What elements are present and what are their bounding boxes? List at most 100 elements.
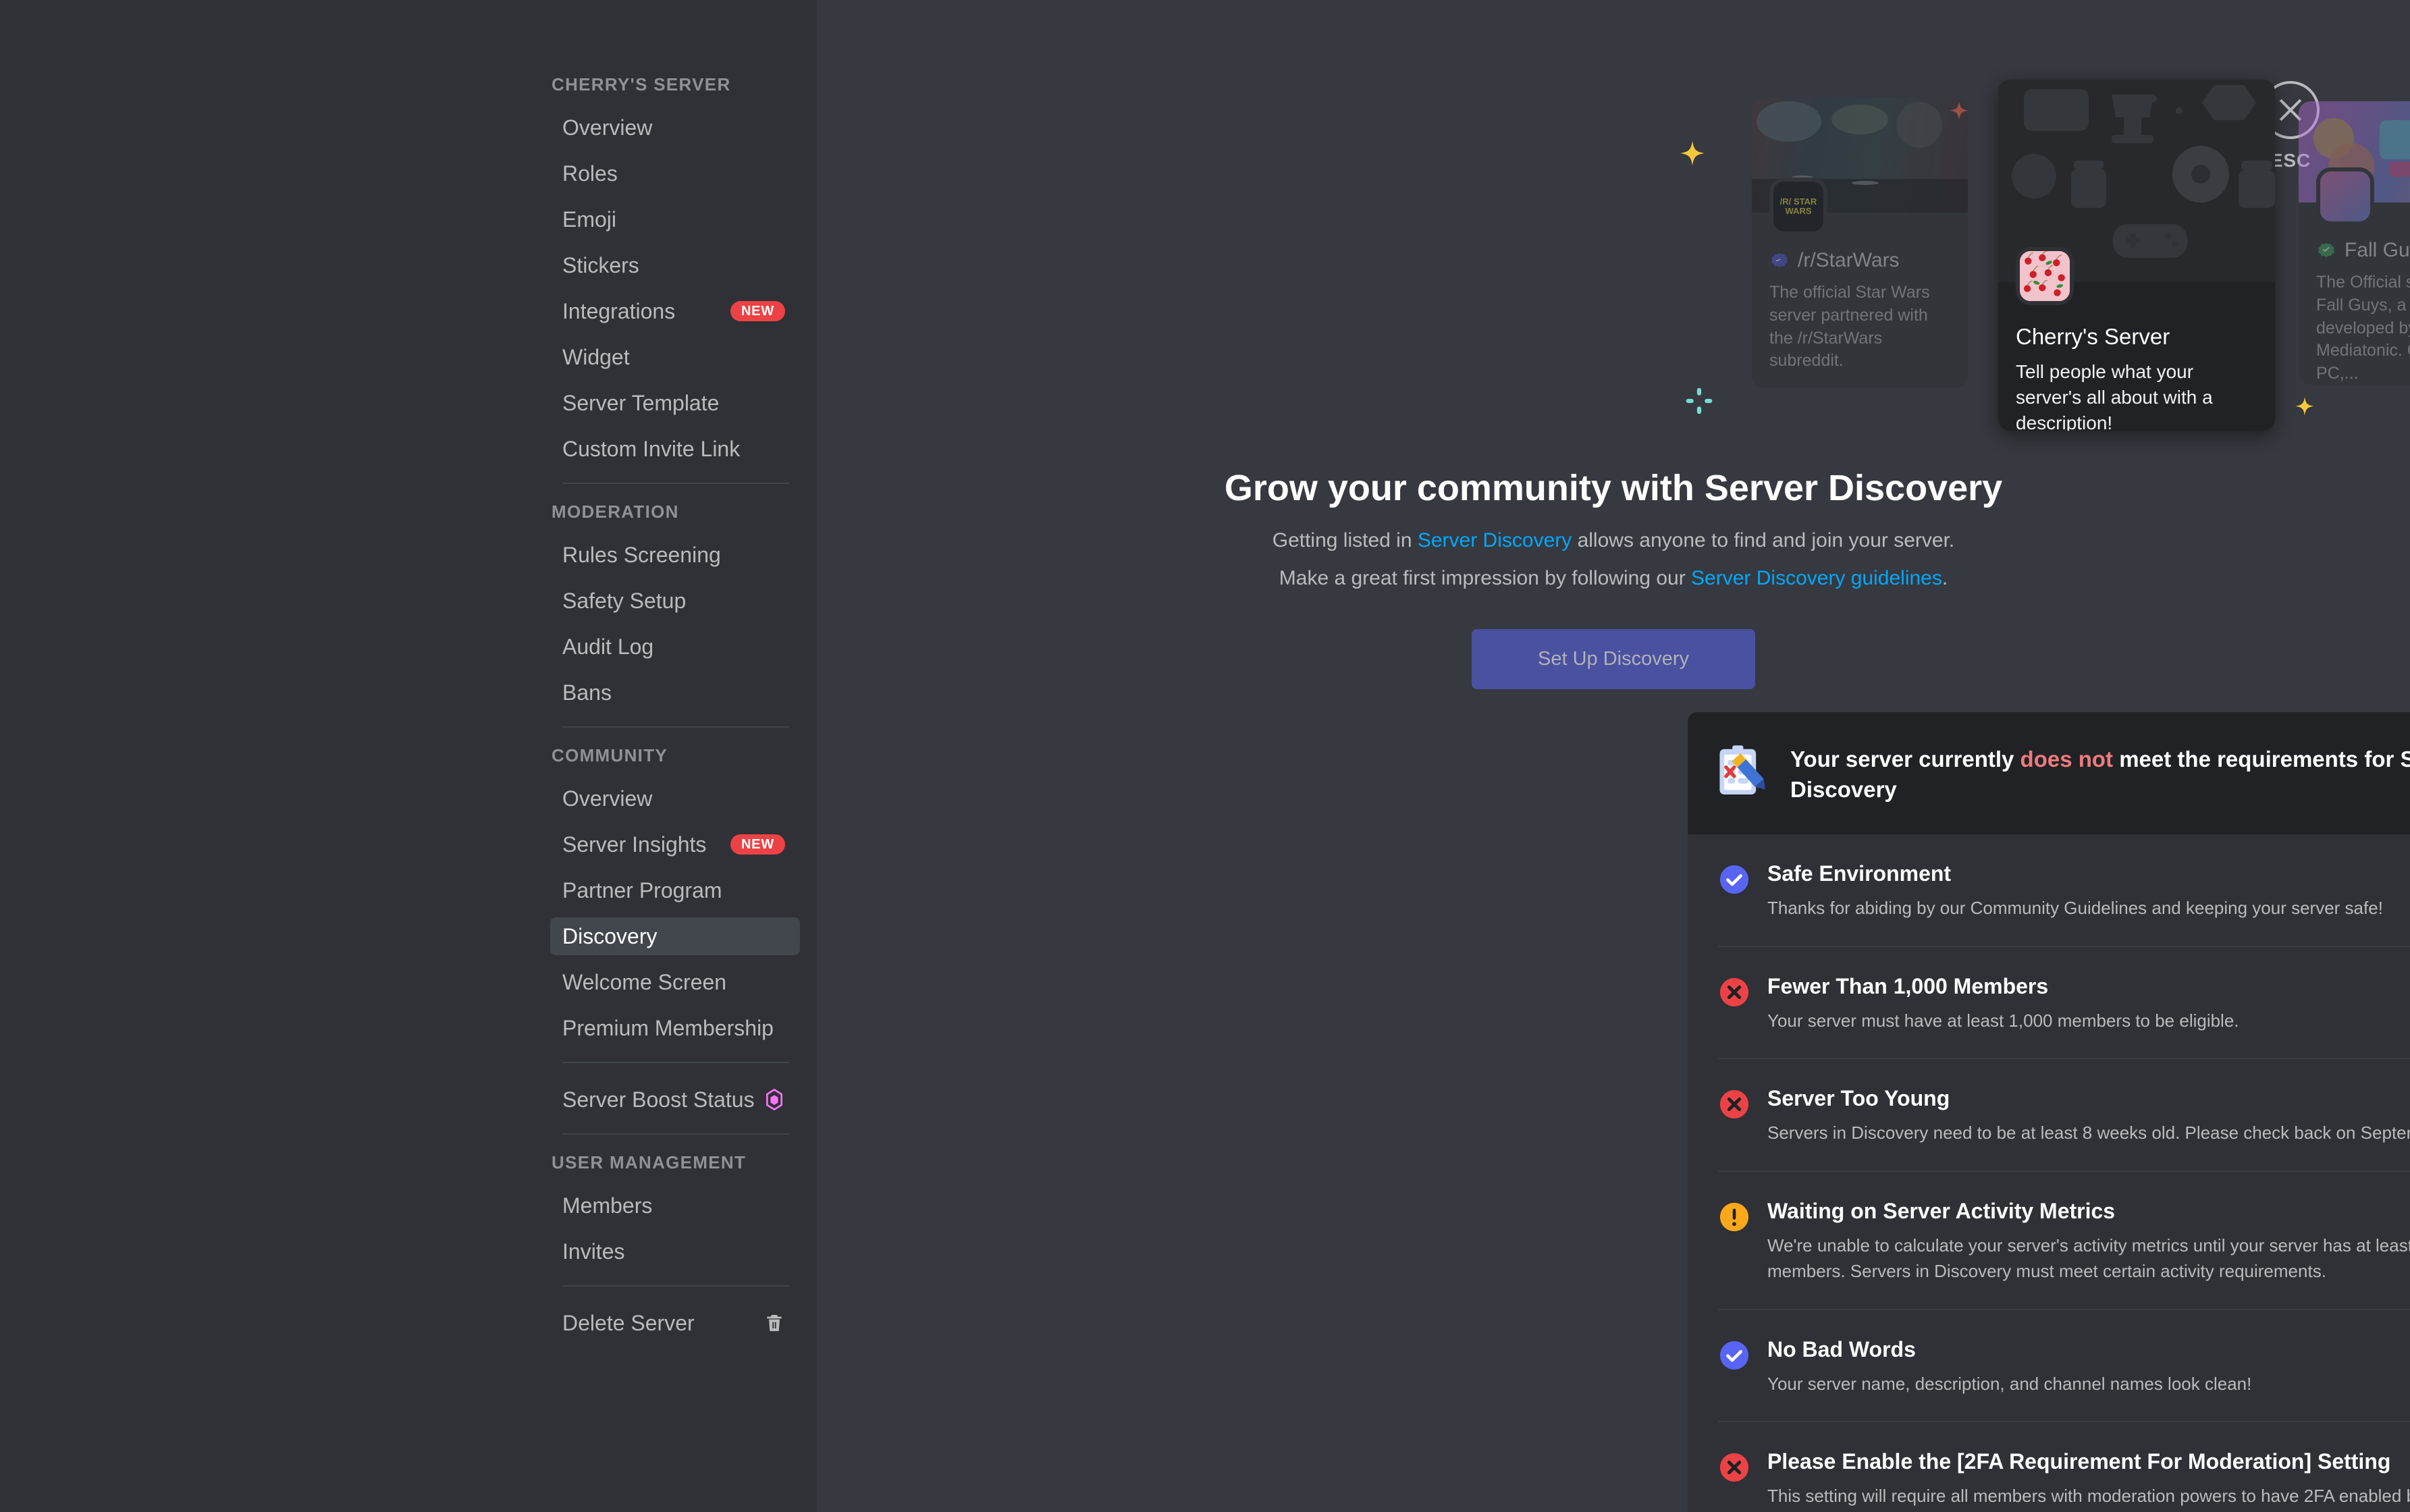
discovery-guidelines-link[interactable]: Server Discovery guidelines (1691, 567, 1942, 589)
card-server-name: Cherry's Server (2016, 324, 2170, 349)
requirement-body: Waiting on Server Activity Metrics We're … (1767, 1199, 2410, 1284)
sidebar-item-label: Roles (562, 161, 618, 186)
preview-card-cherrys-server[interactable]: Cherry's Server Tell people what your se… (1998, 80, 2275, 431)
server-avatar (2016, 247, 2074, 305)
sidebar-item-label: Invites (562, 1239, 625, 1264)
sidebar-item-integrations[interactable]: Integrations NEW (550, 292, 800, 330)
sidebar-item-label: Overview (562, 115, 653, 140)
sidebar-item-server-template[interactable]: Server Template (550, 384, 800, 422)
sidebar-item-roles[interactable]: Roles (550, 155, 800, 192)
sidebar-item-server-insights[interactable]: Server Insights NEW (550, 826, 800, 863)
avatar-label: /R/ STAR WARS (1779, 196, 1817, 216)
sidebar-item-members[interactable]: Members (550, 1187, 800, 1224)
card-stats: 19,812 69,520 (1769, 386, 1950, 388)
page-title: Grow your community with Server Discover… (1224, 468, 2003, 508)
sidebar-item-label: Server Template (562, 390, 720, 415)
server-avatar (2316, 167, 2374, 225)
new-badge: NEW (730, 301, 785, 321)
sidebar-item-server-boost-status[interactable]: Server Boost Status (550, 1081, 800, 1118)
sidebar-item-label: Safety Setup (562, 588, 687, 613)
sidebar-divider (562, 726, 789, 728)
sidebar-item-custom-invite-link[interactable]: Custom Invite Link (550, 430, 800, 468)
requirement-item: Fewer Than 1,000 Members Your server must… (1719, 947, 2410, 1060)
sidebar-item-label: Partner Program (562, 878, 722, 902)
sidebar-item-label: Stickers (562, 252, 639, 277)
card-server-name: Fall Guys (2345, 239, 2410, 261)
sidebar-item-audit-log[interactable]: Audit Log (550, 628, 800, 666)
requirement-description: We're unable to calculate your server's … (1767, 1235, 2410, 1281)
card-body: Cherry's Server Tell people what your se… (1998, 247, 2275, 431)
sidebar-divider (562, 483, 789, 484)
requirement-title: Safe Environment (1767, 861, 1952, 886)
card-server-name: /r/StarWars (1798, 249, 1900, 271)
online-count: 19,812 (1769, 386, 1833, 388)
banner-pre: Your server currently (1790, 747, 2020, 772)
requirement-item: Please Enable the [2FA Requirement For M… (1719, 1422, 2410, 1512)
requirement-description: Your server must have at least 1,000 mem… (1767, 1010, 2239, 1031)
sidebar-item-overview[interactable]: Overview (550, 780, 800, 817)
sidebar-divider (562, 1133, 789, 1135)
requirement-item: No Bad Words Your server name, descriptio… (1719, 1310, 2410, 1423)
discord-server-settings: CHERRY'S SERVER Overview Roles Emoji Sticker… (0, 0, 2410, 1512)
sidebar-item-label: Rules Screening (562, 542, 721, 567)
card-server-name-row: /r/StarWars (1769, 249, 1950, 272)
set-up-discovery-button[interactable]: Set Up Discovery (1472, 629, 1755, 689)
member-count: 69,520 (1857, 386, 1921, 388)
check-circle-icon (1719, 865, 1749, 894)
requirements-list: Safe Environment Thanks for abiding by ou… (1688, 834, 2410, 1512)
settings-sidebar: CHERRY'S SERVER Overview Roles Emoji Sticker… (0, 0, 817, 1512)
sidebar-item-label: Server Insights (562, 832, 707, 857)
sidebar-item-partner-program[interactable]: Partner Program (550, 871, 800, 909)
sidebar-nav: CHERRY'S SERVER Overview Roles Emoji Sticker… (550, 74, 800, 1350)
preview-card-starwars[interactable]: /R/ STAR WARS /r/StarWars The official S… (1752, 98, 1968, 388)
sidebar-section-header: MODERATION (552, 502, 679, 522)
sidebar-item-stickers[interactable]: Stickers (550, 246, 800, 284)
requirement-body: Safe Environment Thanks for abiding by ou… (1767, 861, 2383, 921)
sidebar-item-widget[interactable]: Widget (550, 338, 800, 376)
requirement-description: This setting will require all members wi… (1767, 1486, 2410, 1512)
requirements-banner: Your server currently does not meet the … (1688, 712, 2410, 835)
cherry-pattern-icon (2020, 251, 2070, 301)
discovery-requirements-panel: Your server currently does not meet the … (1688, 712, 2410, 1512)
requirement-body: Server Too Young Servers in Discovery nee… (1767, 1086, 2410, 1146)
partner-verified-icon (1771, 252, 1788, 267)
banner-negation: does not (2020, 747, 2114, 772)
sidebar-item-premium-membership[interactable]: Premium Membership (550, 1009, 800, 1047)
requirement-title: Waiting on Server Activity Metrics (1767, 1199, 2116, 1224)
sidebar-item-safety-setup[interactable]: Safety Setup (550, 582, 800, 620)
sidebar-item-bans[interactable]: Bans (550, 674, 800, 711)
sidebar-item-label: Bans (562, 680, 612, 705)
yellow-sparkle-icon (2295, 397, 2314, 416)
sidebar-item-label: Integrations (562, 298, 676, 323)
card-body: /R/ STAR WARS /r/StarWars The official S… (1752, 178, 1968, 388)
sidebar-item-overview[interactable]: Overview (550, 109, 800, 146)
sidebar-item-label: Emoji (562, 207, 617, 232)
sidebar-section-header: COMMUNITY (552, 745, 668, 765)
clipboard-x-icon (1719, 745, 1766, 794)
requirements-banner-text: Your server currently does not meet the … (1790, 742, 2410, 805)
intro-line-2: Make a great first impression by followi… (817, 567, 2410, 590)
sidebar-item-label: Discovery (562, 923, 658, 948)
card-description: Tell people what your server's all about… (2016, 361, 2213, 431)
x-circle-icon (1719, 977, 1749, 1006)
sidebar-item-delete-server[interactable]: Delete Server (550, 1304, 800, 1342)
sidebar-item-discovery[interactable]: Discovery (550, 917, 800, 955)
requirement-description: Thanks for abiding by our Community Guid… (1767, 898, 2383, 919)
warning-circle-icon (1719, 1203, 1749, 1232)
sidebar-item-emoji[interactable]: Emoji (550, 200, 800, 238)
requirement-item: Safe Environment Thanks for abiding by ou… (1719, 834, 2410, 947)
teal-burst-icon (1686, 387, 1713, 414)
requirement-title: Please Enable the [2FA Requirement For M… (1767, 1449, 2391, 1474)
sidebar-item-label: Welcome Screen (562, 969, 727, 994)
card-server-name-row: Cherry's Server (2016, 324, 2257, 350)
sidebar-item-invites[interactable]: Invites (550, 1233, 800, 1270)
requirement-description: Your server name, description, and chann… (1767, 1373, 2252, 1394)
sidebar-item-welcome-screen[interactable]: Welcome Screen (550, 963, 800, 1001)
server-discovery-link[interactable]: Server Discovery (1418, 529, 1572, 551)
preview-card-fallguys[interactable]: Fall Guys The Official server for Fall G… (2299, 101, 2410, 385)
sidebar-item-label: Widget (562, 344, 630, 369)
intro-line-1-pre: Getting listed in (1272, 529, 1418, 551)
sidebar-item-rules-screening[interactable]: Rules Screening (550, 536, 800, 574)
requirement-item: Server Too Young Servers in Discovery nee… (1719, 1059, 2410, 1172)
card-description: The Official server for Fall Guys, a gam… (2316, 273, 2410, 383)
